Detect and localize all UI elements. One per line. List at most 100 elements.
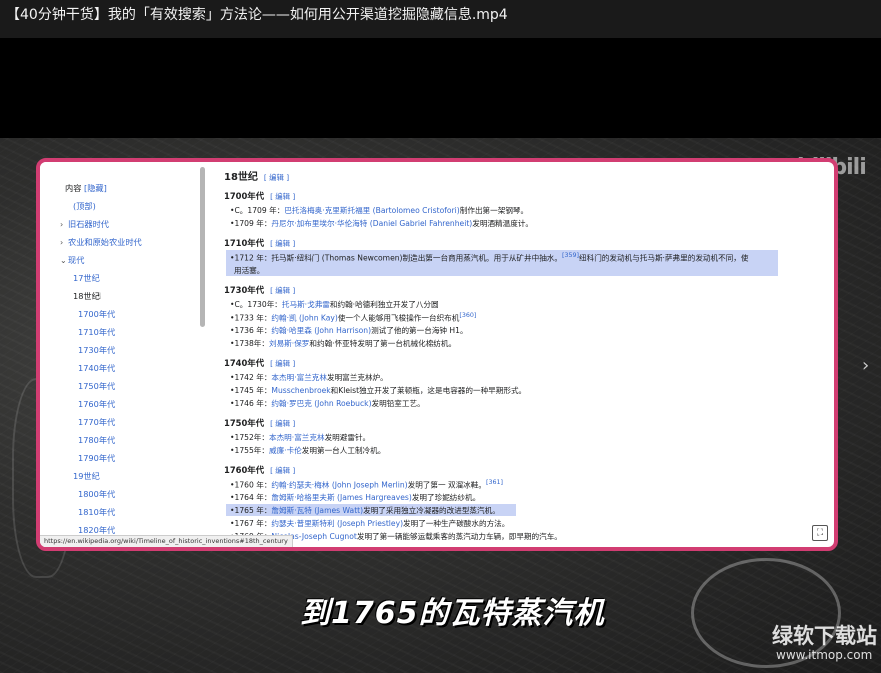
item-link[interactable]: 约翰·凯 (John Kay) — [271, 314, 337, 323]
item-year: 1765 年： — [234, 506, 272, 515]
toc-item-modern[interactable]: ⌄现代 — [60, 254, 84, 266]
toc-item-c17[interactable]: 17世纪 — [73, 272, 100, 284]
heading-text: 18世纪 — [224, 172, 258, 183]
item-year: 1760 年： — [234, 480, 272, 490]
item-year: 1764 年： — [234, 493, 272, 502]
item-link[interactable]: 詹姆斯·哈格里夫斯 (James Hargreaves) — [271, 493, 411, 502]
video-title: 【40分钟干货】我的「有效搜索」方法论——如何用公开渠道挖掘隐藏信息.mp4 — [6, 7, 508, 23]
list-item: •1764 年：詹姆斯·哈格里夫斯 (James Hargreaves)发明了珍… — [230, 493, 481, 502]
site-watermark-url: www.itmop.com — [776, 648, 873, 662]
item-link[interactable]: 丹尼尔·加布里埃尔·华伦海特 (Daniel Gabriel Fahrenhei… — [271, 219, 472, 228]
status-bar-url: https://en.wikipedia.org/wiki/Timeline_o… — [40, 535, 293, 547]
item-year: 1733 年： — [234, 313, 272, 323]
toc-item-top[interactable]: (顶部) — [73, 200, 96, 212]
item-text: 发明了珍妮纺纱机。 — [411, 493, 481, 502]
item-year: C。1709 年： — [234, 206, 285, 215]
video-player: 【40分钟干货】我的「有效搜索」方法论——如何用公开渠道挖掘隐藏信息.mp4 ~… — [0, 0, 881, 673]
item-link[interactable]: Musschenbroek — [271, 386, 330, 395]
toc-item-1730[interactable]: 1730年代 — [78, 344, 115, 356]
item-text: 发明了一种生产碳酸水的方法。 — [403, 519, 510, 528]
site-watermark: 绿软下载站 — [772, 624, 877, 648]
toc-item-c18[interactable]: 18世纪☝ — [73, 290, 101, 302]
item-link[interactable]: 托马斯·戈弗雷 — [282, 300, 330, 309]
item-text: 1712 年：托马斯·纽科门 (Thomas Newcomen)制造出第一台商用… — [234, 253, 562, 263]
edit-link[interactable]: [ 编辑 ] — [270, 466, 295, 475]
edit-link[interactable]: [ 编辑 ] — [270, 192, 295, 201]
toc-item-1810[interactable]: 1810年代 — [78, 506, 115, 518]
citation-link[interactable]: [361] — [486, 479, 503, 486]
list-item: •1742 年：本杰明·富兰克林发明富兰克林炉。 — [230, 373, 388, 382]
video-title-bar: 【40分钟干货】我的「有效搜索」方法论——如何用公开渠道挖掘隐藏信息.mp4 — [0, 0, 881, 38]
toc-item-1740[interactable]: 1740年代 — [78, 362, 115, 374]
citation-link[interactable]: [360] — [459, 312, 476, 319]
toc-item-1750[interactable]: 1750年代 — [78, 380, 115, 392]
list-item: •1760 年：约翰·约瑟夫·梅林 (John Joseph Merlin)发明… — [230, 479, 503, 490]
item-text: 和Kleist独立开发了莱顿瓶，这是电容器的一种早期形式。 — [330, 386, 527, 395]
list-item: •1745 年：Musschenbroek和Kleist独立开发了莱顿瓶，这是电… — [230, 386, 527, 395]
item-text: 发明富兰克林炉。 — [327, 373, 388, 382]
heading-text: 1730年代 — [224, 285, 265, 295]
item-link[interactable]: 约翰·哈里森 (John Harrison) — [271, 326, 371, 335]
item-text: 制作出第一架钢琴。 — [459, 206, 529, 215]
list-item: •C。1709 年：巴托洛梅奥·克里斯托福里 (Bartolomeo Crist… — [230, 206, 529, 215]
item-link[interactable]: 刘易斯·保罗 — [269, 339, 309, 348]
chevron-down-icon: ⌄ — [60, 256, 67, 265]
item-year: 1709 年： — [234, 219, 272, 228]
heading-text: 1710年代 — [224, 238, 265, 248]
table-of-contents: 内容 [隐藏] (顶部) › 旧石器时代 › 农业和原始农业时代 ⌄现代 17世纪 … — [40, 162, 205, 547]
list-item-highlighted: •1765 年：詹姆斯·瓦特 (James Watt)发明了采用独立冷凝器的改进… — [230, 506, 500, 515]
toc-item-1710[interactable]: 1710年代 — [78, 326, 115, 338]
item-link[interactable]: 约瑟夫·普里斯特利 (Joseph Priestley) — [271, 519, 403, 528]
toc-item-1700[interactable]: 1700年代 — [78, 308, 115, 320]
heading-text: 1700年代 — [224, 191, 265, 201]
edit-link[interactable]: [ 编辑 ] — [270, 239, 295, 248]
item-text: 纽科门的发动机与托马斯·萨弗里的发动机不同，使 — [579, 253, 749, 263]
heading-text: 1760年代 — [224, 465, 265, 475]
section-heading-1740: 1740年代 [ 编辑 ] — [224, 357, 295, 369]
toc-item-label: 农业和原始农业时代 — [68, 237, 142, 247]
item-year: 1746 年： — [234, 399, 272, 408]
item-link[interactable]: 本杰明·富兰克林 — [269, 433, 325, 442]
item-text: 发明了第一 双溜冰鞋。 — [407, 480, 486, 490]
toc-item-1790[interactable]: 1790年代 — [78, 452, 115, 464]
edit-link[interactable]: [ 编辑 ] — [270, 286, 295, 295]
expand-icon[interactable]: ⛶ — [812, 525, 828, 541]
item-link[interactable]: 本杰明·富兰克林 — [271, 373, 327, 382]
edit-link[interactable]: [ 编辑 ] — [270, 359, 295, 368]
item-link[interactable]: 巴托洛梅奥·克里斯托福里 (Bartolomeo Cristofori) — [284, 206, 459, 215]
item-text: 和约翰·怀亚特发明了第一台机械化棉纺机。 — [309, 339, 457, 348]
toc-item-paleolithic[interactable]: › 旧石器时代 — [60, 218, 109, 230]
chevron-right-icon[interactable]: › — [862, 355, 869, 376]
edit-link[interactable]: [ 编辑 ] — [270, 419, 295, 428]
section-heading-1760: 1760年代 [ 编辑 ] — [224, 464, 295, 476]
toc-item-1770[interactable]: 1770年代 — [78, 416, 115, 428]
toc-item-c19[interactable]: 19世纪 — [73, 470, 100, 482]
item-year: 1738年： — [234, 339, 269, 348]
list-item: •1755年：威廉·卡伦发明第一台人工制冷机。 — [230, 446, 386, 455]
item-text: 发明避雷针。 — [324, 433, 371, 442]
list-item: •C。1730年：托马斯·戈弗雷和约翰·哈德利独立开发了八分圆 — [230, 300, 439, 309]
video-subtitle: 到1765的瓦特蒸汽机 — [300, 596, 605, 631]
item-link[interactable]: 约翰·约瑟夫·梅林 (John Joseph Merlin) — [271, 481, 407, 490]
citation-link[interactable]: [359] — [562, 252, 579, 259]
item-year: 1742 年： — [234, 373, 272, 382]
item-link[interactable]: 威廉·卡伦 — [269, 446, 302, 455]
item-year: 1767 年： — [234, 519, 272, 528]
section-heading-1700: 1700年代 [ 编辑 ] — [224, 190, 295, 202]
item-text: 发明了采用独立冷凝器的改进型蒸汽机。 — [363, 506, 500, 515]
item-text: 和约翰·哈德利独立开发了八分圆 — [329, 300, 439, 309]
list-item-continuation: 用活塞。 — [234, 266, 265, 275]
section-heading-1750: 1750年代 [ 编辑 ] — [224, 417, 295, 429]
toc-item-1760[interactable]: 1760年代 — [78, 398, 115, 410]
toc-item-1800[interactable]: 1800年代 — [78, 488, 115, 500]
toc-item-1780[interactable]: 1780年代 — [78, 434, 115, 446]
item-link[interactable]: 约翰·罗巴克 (John Roebuck) — [271, 399, 371, 408]
hand-cursor-icon: ☝ — [95, 292, 102, 302]
item-year: 1755年： — [234, 446, 269, 455]
edit-link[interactable]: [ 编辑 ] — [264, 173, 289, 182]
toc-scrollbar[interactable] — [200, 167, 205, 327]
list-item: •1733 年：约翰·凯 (John Kay)使一个人能够用飞梭操作一台织布机[… — [230, 312, 477, 323]
item-link[interactable]: 詹姆斯·瓦特 (James Watt) — [271, 506, 363, 515]
toc-hide-link[interactable]: [隐藏] — [84, 183, 107, 193]
toc-item-agri[interactable]: › 农业和原始农业时代 — [60, 236, 142, 248]
